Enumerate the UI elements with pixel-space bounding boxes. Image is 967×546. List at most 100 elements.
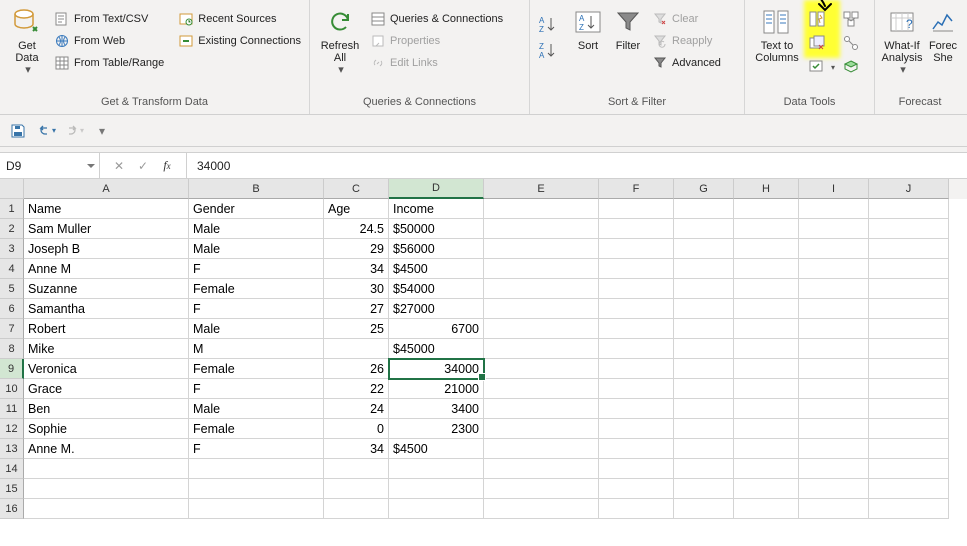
row-header-12[interactable]: 12 — [0, 419, 24, 439]
cell-J15[interactable] — [869, 479, 949, 499]
cell-D7[interactable]: 6700 — [389, 319, 484, 339]
cell-D6[interactable]: $27000 — [389, 299, 484, 319]
cell-G6[interactable] — [674, 299, 734, 319]
cell-D9[interactable]: 34000 — [389, 359, 484, 379]
cell-C11[interactable]: 24 — [324, 399, 389, 419]
existing-connections-button[interactable]: Existing Connections — [174, 30, 305, 52]
cell-B16[interactable] — [189, 499, 324, 519]
cell-I13[interactable] — [799, 439, 869, 459]
cell-C8[interactable] — [324, 339, 389, 359]
cell-A8[interactable]: Mike — [24, 339, 189, 359]
row-header-1[interactable]: 1 — [0, 199, 24, 219]
cell-G14[interactable] — [674, 459, 734, 479]
cell-C5[interactable]: 30 — [324, 279, 389, 299]
cell-E10[interactable] — [484, 379, 599, 399]
cell-A14[interactable] — [24, 459, 189, 479]
cell-F14[interactable] — [599, 459, 674, 479]
cell-H6[interactable] — [734, 299, 799, 319]
worksheet-grid[interactable]: ABCDEFGHIJ 1NameGenderAgeIncome2Sam Mull… — [0, 179, 967, 519]
sort-button[interactable]: AZ Sort — [568, 4, 608, 52]
row-header-10[interactable]: 10 — [0, 379, 24, 399]
cell-J7[interactable] — [869, 319, 949, 339]
cell-B2[interactable]: Male — [189, 219, 324, 239]
cell-C10[interactable]: 22 — [324, 379, 389, 399]
cell-F4[interactable] — [599, 259, 674, 279]
cell-E5[interactable] — [484, 279, 599, 299]
cell-A3[interactable]: Joseph B — [24, 239, 189, 259]
cell-F13[interactable] — [599, 439, 674, 459]
cell-A7[interactable]: Robert — [24, 319, 189, 339]
cell-H12[interactable] — [734, 419, 799, 439]
cell-A13[interactable]: Anne M. — [24, 439, 189, 459]
cell-D5[interactable]: $54000 — [389, 279, 484, 299]
cell-F10[interactable] — [599, 379, 674, 399]
from-web-button[interactable]: From Web — [50, 30, 168, 52]
cell-G15[interactable] — [674, 479, 734, 499]
cell-E11[interactable] — [484, 399, 599, 419]
cell-E8[interactable] — [484, 339, 599, 359]
save-button[interactable] — [8, 121, 28, 141]
cell-C9[interactable]: 26 — [324, 359, 389, 379]
cell-I7[interactable] — [799, 319, 869, 339]
cell-E2[interactable] — [484, 219, 599, 239]
consolidate-button[interactable] — [839, 8, 867, 30]
cell-I15[interactable] — [799, 479, 869, 499]
cell-H13[interactable] — [734, 439, 799, 459]
cell-D2[interactable]: $50000 — [389, 219, 484, 239]
cell-E6[interactable] — [484, 299, 599, 319]
cell-I9[interactable] — [799, 359, 869, 379]
cell-D1[interactable]: Income — [389, 199, 484, 219]
cell-J3[interactable] — [869, 239, 949, 259]
cell-E14[interactable] — [484, 459, 599, 479]
cell-A4[interactable]: Anne M — [24, 259, 189, 279]
queries-connections-button[interactable]: Queries & Connections — [366, 8, 507, 30]
cell-A12[interactable]: Sophie — [24, 419, 189, 439]
cell-J13[interactable] — [869, 439, 949, 459]
cell-H10[interactable] — [734, 379, 799, 399]
cell-G7[interactable] — [674, 319, 734, 339]
cell-I16[interactable] — [799, 499, 869, 519]
cell-A5[interactable]: Suzanne — [24, 279, 189, 299]
cell-J10[interactable] — [869, 379, 949, 399]
cell-G2[interactable] — [674, 219, 734, 239]
cell-B4[interactable]: F — [189, 259, 324, 279]
cell-E7[interactable] — [484, 319, 599, 339]
cell-H4[interactable] — [734, 259, 799, 279]
refresh-all-button[interactable]: RefreshAll ▾ — [314, 4, 366, 76]
cell-B8[interactable]: M — [189, 339, 324, 359]
cell-I5[interactable] — [799, 279, 869, 299]
advanced-filter-button[interactable]: Advanced — [648, 52, 725, 74]
cell-D3[interactable]: $56000 — [389, 239, 484, 259]
cell-F12[interactable] — [599, 419, 674, 439]
cell-I10[interactable] — [799, 379, 869, 399]
cell-D13[interactable]: $4500 — [389, 439, 484, 459]
column-header-D[interactable]: D — [389, 179, 484, 199]
cell-D15[interactable] — [389, 479, 484, 499]
cell-D4[interactable]: $4500 — [389, 259, 484, 279]
cell-G13[interactable] — [674, 439, 734, 459]
formula-input[interactable]: 34000 — [187, 153, 967, 178]
cell-B3[interactable]: Male — [189, 239, 324, 259]
cell-A15[interactable] — [24, 479, 189, 499]
cell-J6[interactable] — [869, 299, 949, 319]
cell-H8[interactable] — [734, 339, 799, 359]
row-header-15[interactable]: 15 — [0, 479, 24, 499]
cell-J12[interactable] — [869, 419, 949, 439]
cell-E15[interactable] — [484, 479, 599, 499]
cell-B7[interactable]: Male — [189, 319, 324, 339]
cell-F5[interactable] — [599, 279, 674, 299]
column-header-G[interactable]: G — [674, 179, 734, 199]
row-header-2[interactable]: 2 — [0, 219, 24, 239]
cell-G3[interactable] — [674, 239, 734, 259]
column-header-A[interactable]: A — [24, 179, 189, 199]
row-header-6[interactable]: 6 — [0, 299, 24, 319]
cell-A10[interactable]: Grace — [24, 379, 189, 399]
cell-J11[interactable] — [869, 399, 949, 419]
cell-C16[interactable] — [324, 499, 389, 519]
row-header-8[interactable]: 8 — [0, 339, 24, 359]
cell-G10[interactable] — [674, 379, 734, 399]
cell-D14[interactable] — [389, 459, 484, 479]
cell-G8[interactable] — [674, 339, 734, 359]
cell-H9[interactable] — [734, 359, 799, 379]
cell-D8[interactable]: $45000 — [389, 339, 484, 359]
